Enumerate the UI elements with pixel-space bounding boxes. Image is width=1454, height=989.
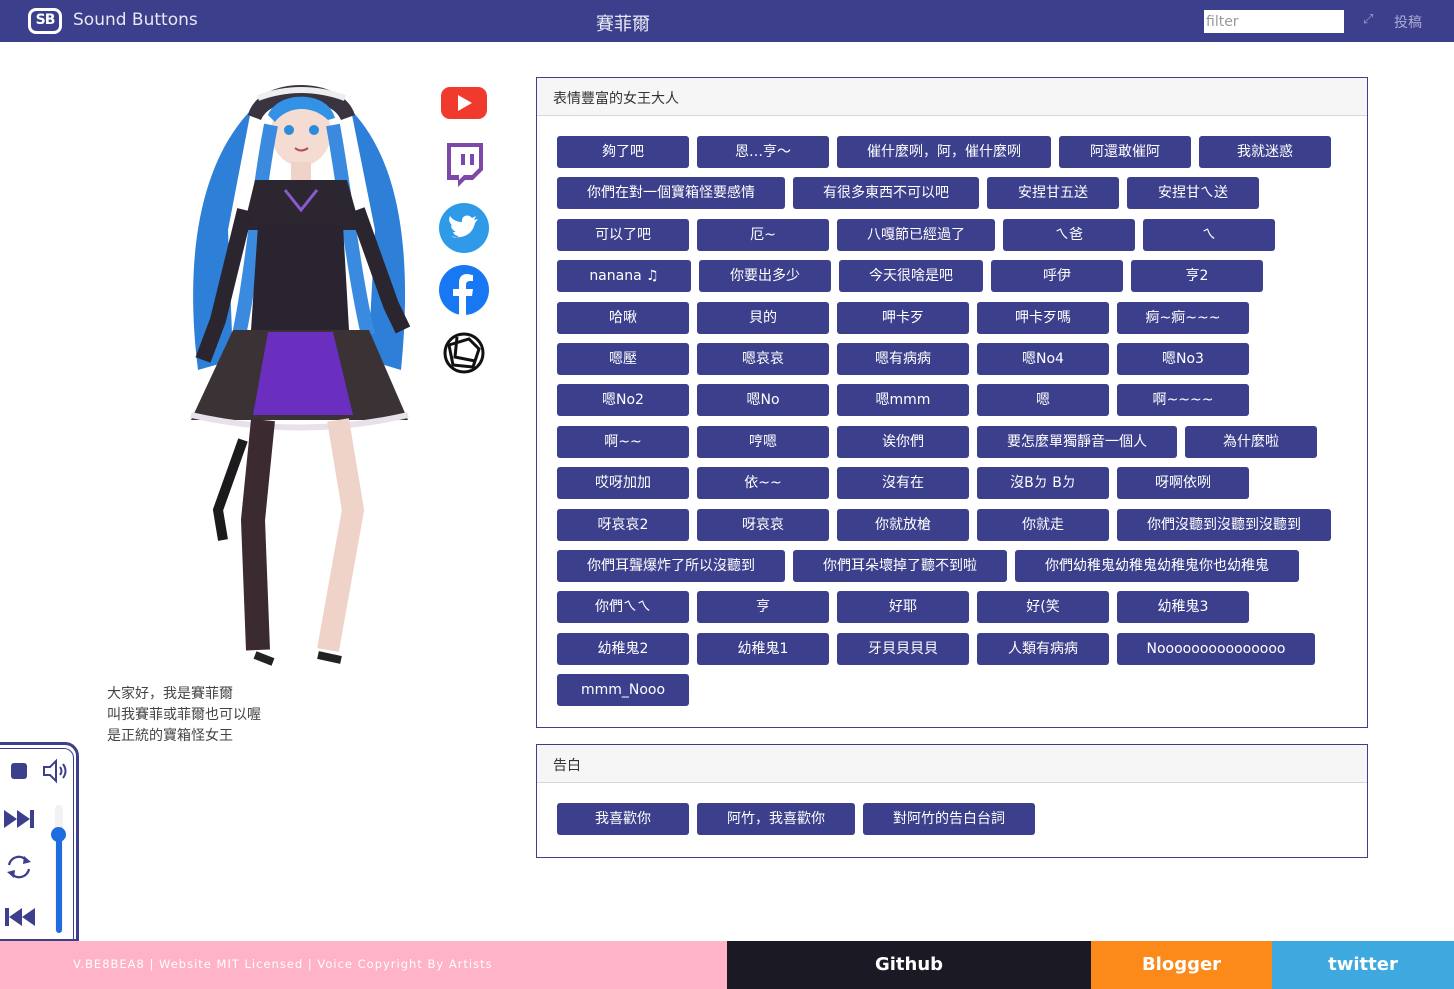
sound-button[interactable]: 哼嗯 <box>697 426 829 458</box>
brand-name[interactable]: Sound Buttons <box>73 10 198 30</box>
page-title: 賽菲爾 <box>596 14 650 35</box>
sound-button[interactable]: 貝的 <box>697 302 829 334</box>
sound-button[interactable]: 呼伊 <box>991 260 1123 292</box>
youtube-icon[interactable] <box>439 85 489 121</box>
intro-line-2: 叫我賽菲或菲爾也可以喔 <box>107 707 261 723</box>
sound-button[interactable]: 你們耳朵壞掉了聽不到啦 <box>793 550 1007 582</box>
sound-button[interactable]: 呀哀哀 <box>697 509 829 541</box>
sound-button[interactable]: 好耶 <box>837 591 969 623</box>
sound-button[interactable]: 阿竹，我喜歡你 <box>697 803 855 835</box>
sound-button[interactable]: 呷卡歹 <box>837 302 969 334</box>
sound-button[interactable]: 啊~~~~ <box>1117 384 1249 416</box>
sound-button[interactable]: 為什麼啦 <box>1185 426 1317 458</box>
volume-slider-fill <box>56 834 62 933</box>
sound-button[interactable]: 你們幼稚鬼幼稚鬼幼稚鬼你也幼稚鬼 <box>1015 550 1299 582</box>
sound-button[interactable]: 幼稚鬼2 <box>557 633 689 665</box>
facebook-icon[interactable] <box>439 265 489 315</box>
twitch-icon[interactable] <box>439 140 489 190</box>
sound-button[interactable]: 嗯哀哀 <box>697 343 829 375</box>
sound-button[interactable]: 厄~ <box>697 219 829 251</box>
sound-button[interactable]: 有很多東西不可以吧 <box>793 177 979 209</box>
sound-button[interactable]: 沒Bㄉ Bㄉ <box>977 467 1109 499</box>
stop-icon[interactable] <box>10 762 28 780</box>
sound-button[interactable]: 你就走 <box>977 509 1109 541</box>
sound-button[interactable]: 痾~痾~~~ <box>1117 302 1249 334</box>
footer: V.BE8BEA8 | Website MIT Licensed | Voice… <box>0 941 1454 989</box>
sound-button[interactable]: 你要出多少 <box>699 260 831 292</box>
sound-button[interactable]: 今天很啥是吧 <box>839 260 983 292</box>
section-confession: 告白 我喜歡你 阿竹，我喜歡你 對阿竹的告白台詞 <box>536 744 1368 858</box>
repeat-icon[interactable] <box>4 852 34 882</box>
intro-line-3: 是正統的寶箱怪女王 <box>107 728 233 744</box>
sound-button[interactable]: 嗯No4 <box>977 343 1109 375</box>
sound-button[interactable]: 嗯有病病 <box>837 343 969 375</box>
section-title: 表情豐富的女王大人 <box>537 78 1367 116</box>
twitter-link[interactable]: twitter <box>1272 941 1454 989</box>
sound-button[interactable]: 安捏甘五送 <box>987 177 1119 209</box>
website-icon[interactable] <box>439 331 489 375</box>
sound-button[interactable]: 夠了吧 <box>557 136 689 168</box>
sound-button[interactable]: mmm_Nooo <box>557 674 689 706</box>
vtuber-avatar-image <box>190 85 411 666</box>
sound-button[interactable]: 沒有在 <box>837 467 969 499</box>
blogger-link[interactable]: Blogger <box>1091 941 1272 989</box>
sound-button[interactable]: 嗯mmm <box>837 384 969 416</box>
sound-button[interactable]: Nooooooooooooooo <box>1117 633 1315 665</box>
sound-button[interactable]: 我喜歡你 <box>557 803 689 835</box>
sound-button[interactable]: 呀啊依咧 <box>1117 467 1249 499</box>
sound-button[interactable]: 牙貝貝貝貝 <box>837 633 969 665</box>
sound-button[interactable]: 嗯No3 <box>1117 343 1249 375</box>
intro-line-1: 大家好，我是賽菲爾 <box>107 686 233 702</box>
filter-input[interactable] <box>1204 10 1344 33</box>
sound-button[interactable]: 你就放槍 <box>837 509 969 541</box>
sound-button[interactable]: 你們ㄟㄟ <box>557 591 689 623</box>
sound-button[interactable]: 依~~ <box>697 467 829 499</box>
sound-button[interactable]: 嗯No <box>697 384 829 416</box>
section-title: 告白 <box>537 745 1367 783</box>
license-text: V.BE8BEA8 | Website MIT Licensed | Voice… <box>0 941 727 989</box>
sound-button[interactable]: 恩…亨～ <box>697 136 829 168</box>
sound-button[interactable]: 你們耳聾爆炸了所以沒聽到 <box>557 550 785 582</box>
sound-button[interactable]: 嗯 <box>977 384 1109 416</box>
sound-button[interactable]: 八嘎節已經過了 <box>837 219 995 251</box>
sound-button[interactable]: ㄟ爸 <box>1003 219 1135 251</box>
navbar: SB Sound Buttons 賽菲爾 ⤢ 投稿 <box>0 0 1454 42</box>
sound-button[interactable]: 哎呀加加 <box>557 467 689 499</box>
sound-button[interactable]: nanana ♫ <box>557 260 691 292</box>
sound-button[interactable]: ㄟ <box>1143 219 1275 251</box>
sound-button[interactable]: 呷卡歹嗎 <box>977 302 1109 334</box>
sound-button[interactable]: 呀哀哀2 <box>557 509 689 541</box>
sound-button[interactable]: 催什麼咧，阿，催什麼咧 <box>837 136 1051 168</box>
volume-icon[interactable] <box>42 758 70 784</box>
sound-button[interactable]: 安捏甘ㄟ送 <box>1127 177 1259 209</box>
sound-button[interactable]: 可以了吧 <box>557 219 689 251</box>
expand-icon[interactable]: ⤢ <box>1363 12 1373 27</box>
sound-button[interactable]: 幼稚鬼3 <box>1117 591 1249 623</box>
intro-text: 大家好，我是賽菲爾 叫我賽菲或菲爾也可以喔 是正統的寶箱怪女王 <box>107 684 261 747</box>
previous-icon[interactable] <box>3 906 36 928</box>
sound-button[interactable]: 亨2 <box>1131 260 1263 292</box>
sound-button[interactable]: 嗯No2 <box>557 384 689 416</box>
next-icon[interactable] <box>3 808 36 830</box>
sound-button[interactable]: 幼稚鬼1 <box>697 633 829 665</box>
sound-button[interactable]: 人類有病病 <box>977 633 1109 665</box>
sound-button[interactable]: 對阿竹的告白台詞 <box>863 803 1035 835</box>
post-link[interactable]: 投稿 <box>1394 12 1422 32</box>
sound-button[interactable]: 诶你們 <box>837 426 969 458</box>
section-queen-expressions: 表情豐富的女王大人 夠了吧 恩…亨～ 催什麼咧，阿，催什麼咧 阿還敢催阿 我就迷惑你們在… <box>536 77 1368 728</box>
sound-button[interactable]: 哈啾 <box>557 302 689 334</box>
sound-button[interactable]: 要怎麼單獨靜音一個人 <box>977 426 1177 458</box>
sound-button[interactable]: 你們在對一個寶箱怪要感情 <box>557 177 785 209</box>
sound-button[interactable]: 啊~~ <box>557 426 689 458</box>
sound-button[interactable]: 好(笑 <box>977 591 1109 623</box>
github-link[interactable]: Github <box>727 941 1091 989</box>
sound-button[interactable]: 我就迷惑 <box>1199 136 1331 168</box>
sound-button[interactable]: 嗯壓 <box>557 343 689 375</box>
twitter-icon[interactable] <box>439 203 489 253</box>
sound-button[interactable]: 亨 <box>697 591 829 623</box>
sound-button[interactable]: 你們沒聽到沒聽到沒聽到 <box>1117 509 1331 541</box>
logo-icon[interactable]: SB <box>28 8 62 34</box>
sound-button[interactable]: 阿還敢催阿 <box>1059 136 1191 168</box>
